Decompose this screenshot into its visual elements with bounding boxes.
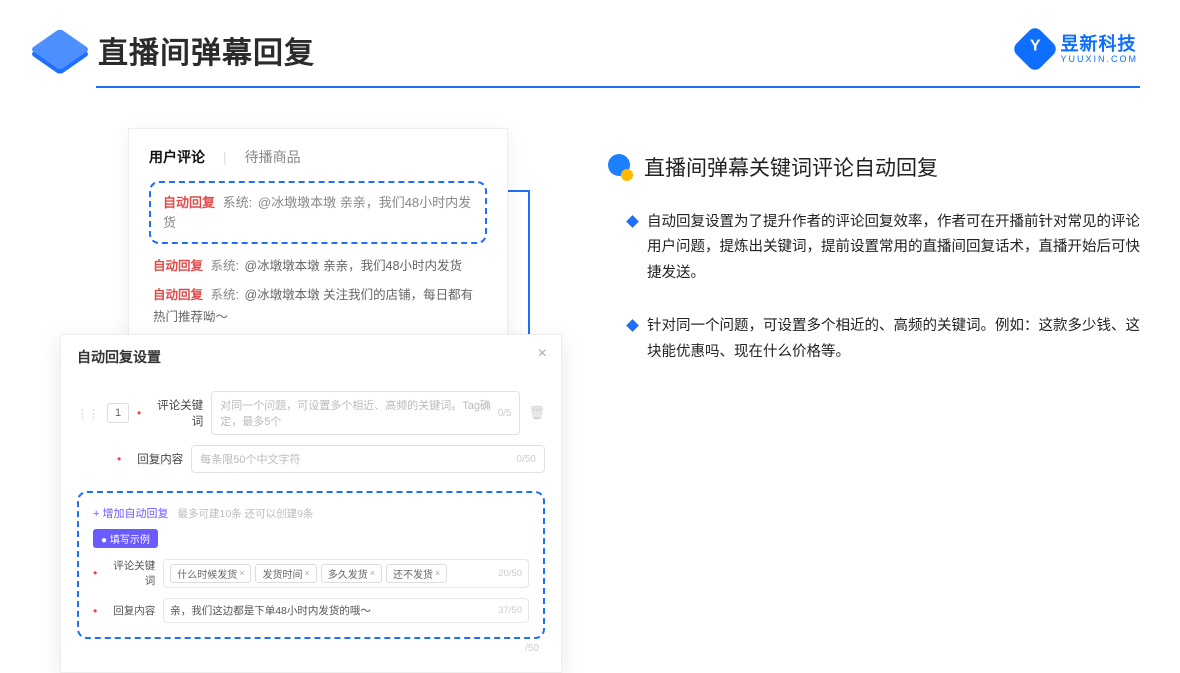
comments-panel: 用户评论|待播商品 自动回复 系统: @冰墩墩本墩 亲亲，我们48小时内发货 自… — [128, 128, 508, 361]
keyword-tag: 什么时候发货× — [170, 564, 251, 583]
keyword-tag: 多久发货× — [321, 564, 382, 583]
diamond-icon — [626, 319, 639, 332]
content-input[interactable]: 每条限50个中文字符 0/50 — [191, 445, 545, 473]
bubble-icon — [606, 154, 632, 180]
brand-name-en: YUUXIN.COM — [1060, 55, 1138, 64]
diamond-icon — [626, 215, 639, 228]
brand-icon: Y — [1011, 25, 1059, 73]
system-tag: 系统: — [223, 195, 253, 210]
tab-user-comments[interactable]: 用户评论 — [149, 149, 205, 165]
keyword-tag: 还不发货× — [386, 564, 447, 583]
keyword-row: ⋮⋮ 1 • 评论关键词 对同一个问题，可设置多个相近、高频的关键词。Tag确定… — [77, 391, 545, 435]
bullet-point: 针对同一个问题，可设置多个相近的、高频的关键词。例如：这款多少钱、这块能优惠吗、… — [628, 314, 1140, 365]
content-row: • 回复内容 每条限50个中文字符 0/50 — [117, 445, 545, 473]
brand-logo: Y 昱新科技 YUUXIN.COM — [1018, 32, 1138, 66]
row-number: 1 — [107, 403, 129, 423]
screenshot-mock: 用户评论|待播商品 自动回复 系统: @冰墩墩本墩 亲亲，我们48小时内发货 自… — [60, 128, 570, 393]
brand-name-cn: 昱新科技 — [1060, 35, 1138, 53]
cube-icon — [40, 32, 80, 72]
keyword-input[interactable]: 对同一个问题，可设置多个相近、高频的关键词。Tag确定，最多5个 0/5 — [211, 391, 520, 435]
auto-reply-settings-panel: 自动回复设置 × ⋮⋮ 1 • 评论关键词 对同一个问题，可设置多个相近、高频的… — [60, 334, 562, 673]
section-title: 直播间弹幕关键词评论自动回复 — [644, 152, 938, 182]
auto-reply-tag: 自动回复 — [163, 195, 215, 210]
required-dot: • — [137, 406, 141, 420]
comment-line: 自动回复 系统: @冰墩墩本墩 亲亲，我们48小时内发货 — [149, 256, 487, 277]
slide-title: 直播间弹幕回复 — [98, 28, 315, 72]
explanation-panel: 直播间弹幕关键词评论自动回复 自动回复设置为了提升作者的评论回复效率，作者可在开… — [606, 128, 1140, 393]
add-auto-reply-link[interactable]: + 增加自动回复 — [93, 508, 168, 520]
tab-pending-goods[interactable]: 待播商品 — [245, 149, 301, 165]
highlighted-comment: 自动回复 系统: @冰墩墩本墩 亲亲，我们48小时内发货 — [149, 181, 487, 244]
tabs: 用户评论|待播商品 — [149, 147, 487, 167]
example-keyword-row: • 评论关键词 什么时候发货× 发货时间× 多久发货× 还不发货× 20/50 — [93, 558, 529, 588]
comment-line: 自动回复 系统: @冰墩墩本墩 关注我们的店铺，每日都有热门推荐呦～ — [149, 285, 487, 328]
example-content-row: • 回复内容 亲，我们这边都是下单48小时内发货的哦～ 37/50 — [93, 598, 529, 623]
add-hint: 最多可建10条 还可以创建9条 — [178, 508, 314, 520]
example-keyword-input[interactable]: 什么时候发货× 发货时间× 多久发货× 还不发货× 20/50 — [163, 559, 529, 588]
outer-count: /50 — [77, 643, 545, 654]
connector-line — [508, 190, 530, 192]
bullet-point: 自动回复设置为了提升作者的评论回复效率，作者可在开播前针对常见的评论用户问题，提… — [628, 210, 1140, 286]
example-highlight-box: + 增加自动回复 最多可建10条 还可以创建9条 ● 填写示例 • 评论关键词 … — [77, 491, 545, 639]
example-badge: ● 填写示例 — [93, 529, 158, 548]
close-icon[interactable]: × — [538, 345, 547, 363]
keyword-tag: 发货时间× — [255, 564, 316, 583]
delete-icon[interactable]: 🗑 — [528, 405, 545, 421]
content-label: 回复内容 — [129, 451, 183, 467]
settings-title: 自动回复设置 — [77, 347, 545, 367]
slide-header: 直播间弹幕回复 — [0, 0, 1180, 72]
example-content-input[interactable]: 亲，我们这边都是下单48小时内发货的哦～ 37/50 — [163, 598, 529, 623]
keyword-label: 评论关键词 — [149, 397, 203, 429]
